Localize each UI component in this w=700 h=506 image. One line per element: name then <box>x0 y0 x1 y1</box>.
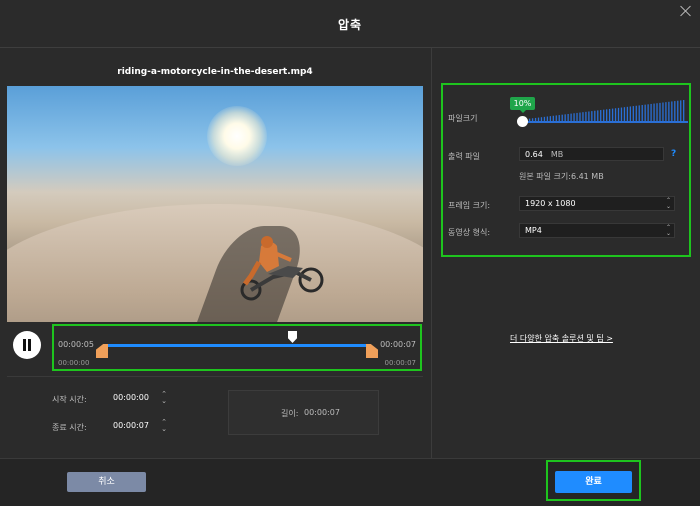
size-level-bar <box>620 107 623 121</box>
size-level-bar <box>597 110 599 121</box>
size-level-bar <box>632 106 634 121</box>
video-filename: riding-a-motorcycle-in-the-desert.mp4 <box>117 67 313 77</box>
current-time: 00:00:05 <box>58 340 94 349</box>
size-level-bars <box>526 100 685 121</box>
end-time-value: 00:00:07 <box>113 421 149 430</box>
size-level-bar <box>564 114 566 121</box>
done-button[interactable]: 완료 <box>555 471 632 493</box>
size-level-bar <box>662 102 664 121</box>
end-time-stepper[interactable]: 00:00:07 ⌃ ⌄ <box>109 418 169 434</box>
video-preview[interactable] <box>7 86 423 322</box>
file-size-slider-knob[interactable] <box>517 116 528 127</box>
size-level-bar <box>600 110 602 121</box>
size-level-bar <box>650 103 652 121</box>
output-size-unit: MB <box>550 150 564 159</box>
file-size-label: 파일크기 <box>448 114 478 123</box>
size-level-bar <box>671 101 673 121</box>
end-time-label: 종료 시간: <box>52 423 87 432</box>
duration-value: 00:00:07 <box>304 408 340 417</box>
pause-button[interactable] <box>13 331 41 359</box>
size-level-bar <box>576 112 578 121</box>
frame-size-value: 1920 x 1080 <box>525 199 576 208</box>
size-level-bar <box>614 108 617 121</box>
format-value: MP4 <box>525 226 542 235</box>
size-level-bar <box>668 101 670 121</box>
timeline[interactable]: 00:00:05 00:00:07 00:00:00 00:00:07 <box>52 324 422 371</box>
format-label: 동영상 형식: <box>448 228 491 237</box>
size-level-bar <box>638 105 640 121</box>
size-level-bar <box>680 100 682 121</box>
select-arrows-icon: ⌃ ⌄ <box>665 224 671 237</box>
header-divider <box>0 47 700 48</box>
size-level-bar <box>570 113 572 121</box>
start-time-stepper[interactable]: 00:00:00 ⌃ ⌄ <box>109 390 169 406</box>
stepper-arrows-icon[interactable]: ⌃ ⌄ <box>161 391 167 405</box>
stepper-arrows-icon[interactable]: ⌃ ⌄ <box>161 419 167 433</box>
trim-start-handle[interactable] <box>96 344 108 358</box>
select-arrows-icon: ⌃ ⌄ <box>665 197 671 210</box>
title-bar: 압축 <box>0 0 700 48</box>
size-level-bar <box>665 102 667 121</box>
duration-display: 길이: 00:00:07 <box>228 390 379 435</box>
size-level-bar <box>585 111 587 121</box>
compression-tips-link[interactable]: 더 다양한 압축 솔루션 및 팁 > <box>510 333 613 344</box>
cancel-button[interactable]: 취소 <box>67 472 146 492</box>
size-level-bar <box>608 108 611 121</box>
size-level-bar <box>588 111 590 121</box>
sun-glare <box>207 106 267 166</box>
size-level-bar <box>582 112 584 121</box>
output-size-field[interactable]: 0.64 MB <box>519 147 664 161</box>
format-select[interactable]: MP4 ⌃ ⌄ <box>519 223 675 238</box>
playhead-marker[interactable] <box>288 331 297 343</box>
size-level-bar <box>644 104 646 121</box>
panel-divider <box>431 48 432 458</box>
motorcycle-rider-image <box>240 236 324 301</box>
size-level-bar <box>594 110 596 121</box>
size-level-bar <box>674 101 676 121</box>
size-level-bar <box>626 106 629 121</box>
timeline-track[interactable] <box>104 344 370 347</box>
trim-divider <box>7 376 423 377</box>
frame-size-label: 프레임 크기: <box>448 201 491 210</box>
help-icon[interactable]: ? <box>671 149 676 159</box>
size-level-bar <box>647 104 649 121</box>
size-level-bar <box>606 109 608 121</box>
end-marker-time: 00:00:07 <box>384 359 416 367</box>
trim-end-handle[interactable] <box>366 344 378 358</box>
size-level-bar <box>603 109 605 121</box>
size-level-bar <box>635 105 637 121</box>
duration-label: 길이: <box>281 409 299 418</box>
size-level-bar <box>641 105 643 121</box>
size-level-bar <box>656 103 658 121</box>
size-level-bar <box>591 111 593 121</box>
output-file-label: 출력 파일 <box>448 152 480 161</box>
window-title: 압축 <box>337 18 363 32</box>
size-level-bar <box>677 100 679 121</box>
total-time: 00:00:07 <box>380 340 416 349</box>
close-icon[interactable] <box>680 5 692 17</box>
start-time-label: 시작 시간: <box>52 395 87 404</box>
size-level-bar <box>567 113 569 121</box>
frame-size-select[interactable]: 1920 x 1080 ⌃ ⌄ <box>519 196 675 211</box>
size-level-bar <box>617 107 620 121</box>
output-size-value: 0.64 <box>525 150 543 159</box>
size-level-bar <box>573 113 575 121</box>
size-level-bar <box>683 100 685 121</box>
size-level-bar <box>623 107 626 121</box>
size-level-bar <box>629 106 631 121</box>
size-level-bar <box>579 112 581 121</box>
compression-settings: 파일크기 10% 출력 파일 0.64 MB ? 원본 파일 크기:6.41 MB… <box>441 83 691 257</box>
size-level-bar <box>611 108 614 121</box>
start-time-value: 00:00:00 <box>113 393 149 402</box>
size-level-bar <box>659 102 661 121</box>
file-size-slider-track[interactable] <box>521 121 688 123</box>
original-file-size: 원본 파일 크기:6.41 MB <box>519 172 604 181</box>
start-marker-time: 00:00:00 <box>58 359 90 367</box>
size-level-bar <box>653 103 655 121</box>
